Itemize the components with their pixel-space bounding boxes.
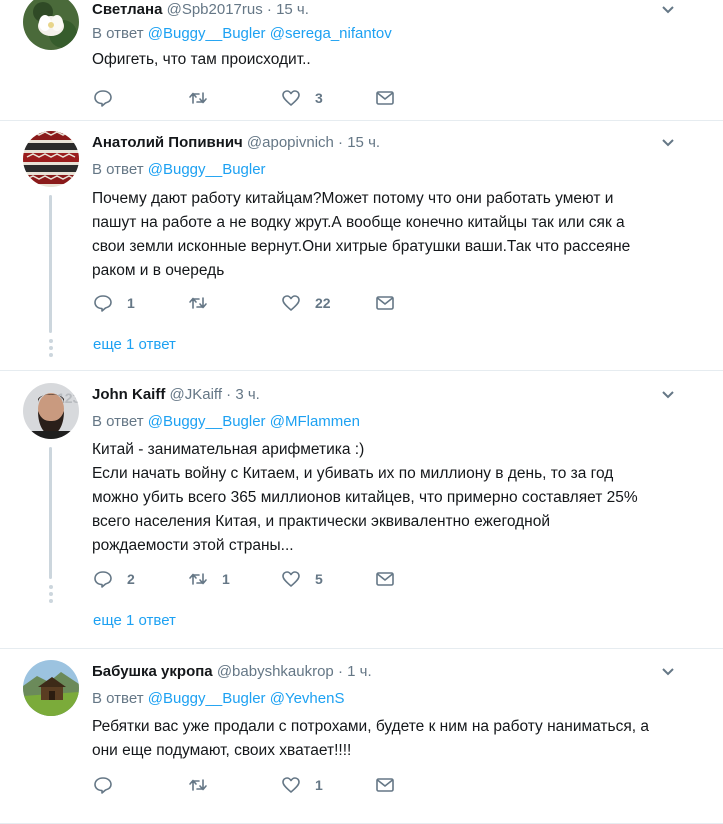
dm-icon bbox=[376, 91, 394, 105]
author-handle[interactable]: @babyshkaukrop bbox=[217, 663, 334, 680]
like-button[interactable]: 5 bbox=[281, 568, 323, 590]
avatar[interactable] bbox=[23, 0, 79, 50]
like-icon bbox=[282, 295, 300, 311]
retweet-button[interactable]: 1 bbox=[188, 568, 230, 590]
tweet-3[interactable]: 123 John Kaiff @JKaiff · 3 ч. В ответ @B… bbox=[0, 371, 723, 649]
chevron-down-icon[interactable] bbox=[661, 388, 675, 402]
like-icon bbox=[282, 777, 300, 793]
mention-link[interactable]: @Buggy__Bugler bbox=[148, 25, 266, 42]
mention-link[interactable]: @MFlammen bbox=[270, 413, 360, 430]
tweet-text: Китай - занимательная арифметика :) Если… bbox=[92, 441, 638, 554]
thread-line bbox=[49, 195, 52, 333]
dm-button[interactable] bbox=[375, 774, 395, 796]
like-icon bbox=[282, 571, 300, 587]
timestamp[interactable]: 1 ч. bbox=[347, 663, 372, 680]
tweet-text: Офигеть, что там происходит.. bbox=[92, 51, 311, 68]
reply-button[interactable] bbox=[93, 87, 127, 109]
dm-icon bbox=[376, 778, 394, 792]
author-handle[interactable]: @JKaiff bbox=[170, 386, 222, 403]
chevron-down-icon[interactable] bbox=[661, 3, 675, 17]
like-button[interactable]: 1 bbox=[281, 774, 323, 796]
retweet-button[interactable] bbox=[188, 87, 222, 109]
mention-link[interactable]: @serega_nifantov bbox=[270, 25, 392, 42]
reply-context: В ответ @Buggy__Bugler @YevhenS bbox=[92, 690, 345, 707]
dm-button[interactable] bbox=[375, 568, 395, 590]
tweet-actions: 3 bbox=[92, 87, 412, 109]
avatar[interactable]: 123 bbox=[23, 383, 79, 439]
tweet-text: Почему дают работу китайцам?Может потому… bbox=[92, 190, 631, 279]
show-more-replies-link[interactable]: еще 1 ответ bbox=[93, 612, 176, 629]
avatar[interactable] bbox=[23, 131, 79, 187]
retweet-icon bbox=[189, 779, 207, 791]
author-name[interactable]: Бабушка укропа bbox=[92, 663, 213, 680]
dm-icon bbox=[376, 296, 394, 310]
tweet-2[interactable]: Анатолий Попивнич @apopivnich · 15 ч. В … bbox=[0, 121, 723, 371]
mention-link[interactable]: @Buggy__Bugler bbox=[148, 161, 266, 178]
tweet-4[interactable]: Бабушка укропа @babyshkaukrop · 1 ч. В о… bbox=[0, 649, 723, 824]
mention-link[interactable]: @YevhenS bbox=[270, 690, 345, 707]
reply-button[interactable]: 1 bbox=[93, 292, 135, 314]
timestamp[interactable]: 15 ч. bbox=[347, 134, 380, 151]
tweet-1[interactable]: Светлана @Spb2017rus · 15 ч. В ответ @Bu… bbox=[0, 0, 723, 121]
tweet-text: Ребятки вас уже продали с потрохами, буд… bbox=[92, 718, 649, 759]
like-button[interactable]: 3 bbox=[281, 87, 323, 109]
tweet-actions: 1 22 bbox=[92, 292, 412, 314]
mention-link[interactable]: @Buggy__Bugler bbox=[148, 690, 266, 707]
retweet-icon bbox=[189, 92, 207, 104]
chevron-down-icon[interactable] bbox=[661, 665, 675, 679]
retweet-button[interactable] bbox=[188, 774, 222, 796]
reply-button[interactable] bbox=[93, 774, 127, 796]
reply-icon bbox=[94, 295, 112, 312]
author-name[interactable]: Светлана bbox=[92, 1, 162, 18]
thread-dots bbox=[48, 585, 54, 606]
reply-context: В ответ @Buggy__Bugler @MFlammen bbox=[92, 413, 360, 430]
show-more-replies-link[interactable]: еще 1 ответ bbox=[93, 336, 176, 353]
thread-line bbox=[49, 447, 52, 579]
dm-icon bbox=[376, 572, 394, 586]
retweet-icon bbox=[189, 573, 207, 585]
author-handle[interactable]: @Spb2017rus bbox=[167, 1, 263, 18]
author-name[interactable]: John Kaiff bbox=[92, 386, 165, 403]
reply-button[interactable]: 2 bbox=[93, 568, 135, 590]
author-handle[interactable]: @apopivnich bbox=[247, 134, 334, 151]
like-icon bbox=[282, 90, 300, 106]
avatar[interactable] bbox=[23, 660, 79, 716]
reply-icon bbox=[94, 90, 112, 107]
reply-icon bbox=[94, 777, 112, 794]
retweet-button[interactable] bbox=[188, 292, 222, 314]
timestamp[interactable]: 15 ч. bbox=[276, 1, 309, 18]
mention-link[interactable]: @Buggy__Bugler bbox=[148, 413, 266, 430]
author-name[interactable]: Анатолий Попивнич bbox=[92, 134, 243, 151]
dm-button[interactable] bbox=[375, 292, 395, 314]
reply-context: В ответ @Buggy__Bugler bbox=[92, 161, 266, 178]
dm-button[interactable] bbox=[375, 87, 395, 109]
tweet-actions: 2 1 5 bbox=[92, 568, 412, 590]
reply-icon bbox=[94, 571, 112, 588]
thread-dots bbox=[48, 339, 54, 360]
chevron-down-icon[interactable] bbox=[661, 136, 675, 150]
like-button[interactable]: 22 bbox=[281, 292, 331, 314]
tweet-actions: 1 bbox=[92, 774, 412, 796]
reply-context: В ответ @Buggy__Bugler @serega_nifantov bbox=[92, 25, 392, 42]
retweet-icon bbox=[189, 297, 207, 309]
timestamp[interactable]: 3 ч. bbox=[235, 386, 260, 403]
